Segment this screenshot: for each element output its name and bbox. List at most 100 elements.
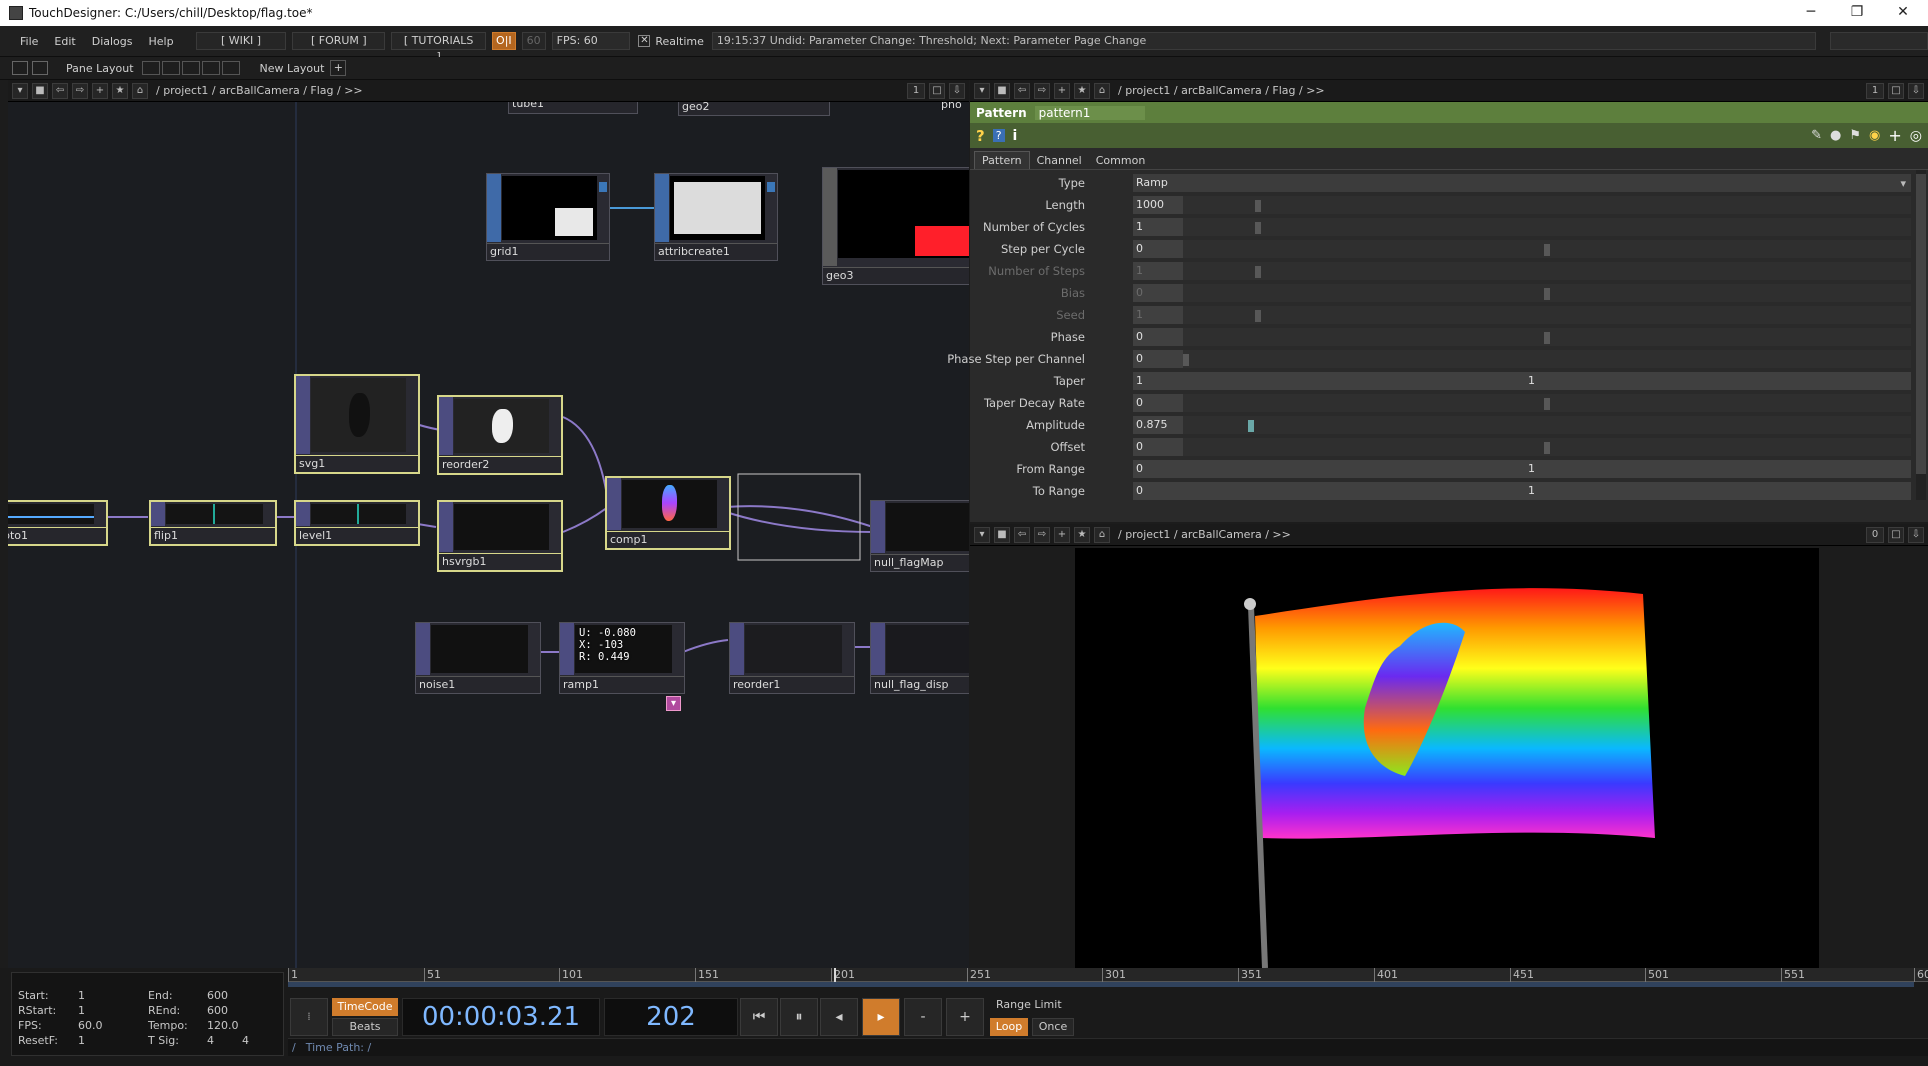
dropdown-icon[interactable]: ▾ (1900, 177, 1906, 190)
maximize-pane-icon[interactable]: □ (929, 82, 945, 99)
timeline-ruler[interactable]: 151101151201251301351401451501551600 (288, 968, 1928, 987)
timecode-display[interactable]: 00:00:03.21 (402, 998, 600, 1036)
slider-handle[interactable] (1255, 200, 1261, 212)
param-value-field[interactable]: 0 (1133, 438, 1183, 456)
oi-button[interactable]: O|I (492, 32, 516, 50)
node-level1[interactable]: level1 (294, 500, 420, 546)
slider-handle[interactable] (1255, 310, 1261, 322)
search-field[interactable] (1829, 32, 1928, 50)
param-slider[interactable] (1183, 328, 1911, 346)
maximize-pane-icon[interactable]: □ (1888, 526, 1904, 543)
step-plus-button[interactable]: + (946, 998, 984, 1036)
param-value-field[interactable]: 0 (1133, 350, 1183, 368)
help-icon[interactable]: ? (976, 127, 985, 145)
param-value2-field[interactable]: 1 (1525, 482, 1911, 500)
stop-icon[interactable]: ■ (32, 82, 48, 99)
ramp-viewer-flag-icon[interactable]: ▾ (666, 696, 681, 711)
tempo-field[interactable]: 120.0 (207, 1019, 239, 1032)
network-path[interactable]: / project1 / arcBallCamera / Flag / >> (156, 84, 363, 97)
step-minus-button[interactable]: - (904, 998, 942, 1036)
split-pane-icon[interactable]: ⇩ (1908, 82, 1924, 99)
back-icon[interactable]: ⇦ (52, 82, 68, 99)
maximize-button[interactable]: ❐ (1834, 0, 1880, 26)
beats-toggle[interactable]: Beats (332, 1018, 398, 1036)
forward-icon[interactable]: ⇨ (72, 82, 88, 99)
node-geo2[interactable]: geo2 (678, 102, 830, 116)
slider-handle[interactable] (1544, 398, 1550, 410)
rstart-field[interactable]: 1 (78, 1004, 85, 1017)
node-hsvrgb1[interactable]: hsvrgb1 (437, 500, 563, 572)
wiki-button[interactable]: [ WIKI ] (195, 32, 287, 50)
flags-icon[interactable]: ⚑ (1849, 128, 1861, 143)
layout-split-icon[interactable] (161, 61, 180, 75)
add-icon[interactable]: + (92, 82, 108, 99)
menu-file[interactable]: File (12, 35, 46, 48)
param-value-field[interactable]: 1 (1133, 372, 1525, 390)
node-flip1[interactable]: flip1 (149, 500, 277, 546)
resetf-field[interactable]: 1 (78, 1034, 85, 1047)
forum-button[interactable]: [ FORUM ] (292, 32, 386, 50)
node-comp1[interactable]: comp1 (605, 476, 731, 550)
param-slider[interactable] (1183, 240, 1911, 258)
info-icon[interactable]: i (1013, 128, 1018, 144)
network-editor[interactable]: tube1 geo2 pho grid1 attribcreate1 geo3 … (8, 102, 969, 968)
tsig-a-field[interactable]: 4 (207, 1034, 214, 1047)
once-toggle[interactable]: Once (1032, 1018, 1074, 1036)
add-param-icon[interactable]: + (1888, 126, 1901, 145)
bookmark-icon[interactable]: ★ (1074, 82, 1090, 99)
python-help-icon[interactable]: ? (992, 129, 1005, 142)
home-icon[interactable]: ⌂ (1094, 82, 1110, 99)
param-value-field[interactable]: 0 (1133, 240, 1183, 258)
param-slider[interactable] (1183, 416, 1911, 434)
layout-triple-icon[interactable] (181, 61, 200, 75)
param-value-field[interactable]: 0 (1133, 284, 1183, 302)
node-reorder2[interactable]: reorder2 (437, 395, 563, 475)
tab-common[interactable]: Common (1089, 152, 1153, 169)
param-slider[interactable] (1183, 306, 1911, 324)
rend-field[interactable]: 600 (207, 1004, 228, 1017)
back-icon[interactable]: ⇦ (1014, 82, 1030, 99)
frame-display[interactable]: 202 (604, 998, 738, 1036)
param-slider[interactable] (1183, 394, 1911, 412)
comment-icon[interactable]: ● (1830, 128, 1841, 143)
flag-render-viewport[interactable] (1075, 548, 1819, 968)
node-pto1[interactable]: pto1 (8, 500, 108, 546)
tab-channel[interactable]: Channel (1030, 152, 1089, 169)
forward-icon[interactable]: ⇨ (1034, 82, 1050, 99)
node-tube1[interactable]: tube1 (508, 102, 638, 114)
range-bar[interactable] (288, 982, 1914, 987)
node-reorder1[interactable]: reorder1 (729, 622, 855, 694)
slider-handle[interactable] (1255, 266, 1261, 278)
back-icon[interactable]: ⇦ (1014, 526, 1030, 543)
param-slider[interactable] (1183, 284, 1911, 302)
node-ramp1[interactable]: U: -0.080 X: -103 R: 0.449 ramp1 (559, 622, 685, 694)
slider-handle[interactable] (1544, 244, 1550, 256)
home-icon[interactable]: ⌂ (1094, 526, 1110, 543)
node-attribcreate1[interactable]: attribcreate1 (654, 173, 778, 261)
param-value-field[interactable]: 1 (1133, 262, 1183, 280)
forward-icon[interactable]: ⇨ (1034, 526, 1050, 543)
layout-grid-icon[interactable] (221, 61, 240, 75)
tutorials-button[interactable]: [ TUTORIALS ] (391, 32, 487, 63)
home-icon[interactable]: ⌂ (132, 82, 148, 99)
fps-field[interactable]: 60.0 (78, 1019, 103, 1032)
dropdown-icon[interactable]: ▾ (974, 526, 990, 543)
split-pane-icon[interactable]: ⇩ (949, 82, 965, 99)
param-value-field[interactable]: 0 (1133, 460, 1525, 478)
maximize-pane-icon[interactable]: □ (1888, 82, 1904, 99)
layout-quad-icon[interactable] (201, 61, 220, 75)
slider-handle[interactable] (1248, 420, 1254, 432)
play-button[interactable]: ▸ (862, 998, 900, 1036)
stop-icon[interactable]: ■ (994, 82, 1010, 99)
time-path[interactable]: Time Path: / (306, 1041, 372, 1054)
param-value2-field[interactable]: 1 (1525, 372, 1911, 390)
close-button[interactable]: ✕ (1880, 0, 1926, 26)
start-field[interactable]: 1 (78, 989, 85, 1002)
param-slider[interactable] (1183, 438, 1911, 456)
dropdown-icon[interactable]: ▾ (12, 82, 28, 99)
slider-handle[interactable] (1255, 222, 1261, 234)
tsig-b-field[interactable]: 4 (242, 1034, 249, 1047)
playhead[interactable] (834, 968, 836, 982)
edit-icon[interactable]: ✎ (1811, 128, 1822, 143)
param-value-field[interactable]: 1000 (1133, 196, 1183, 214)
